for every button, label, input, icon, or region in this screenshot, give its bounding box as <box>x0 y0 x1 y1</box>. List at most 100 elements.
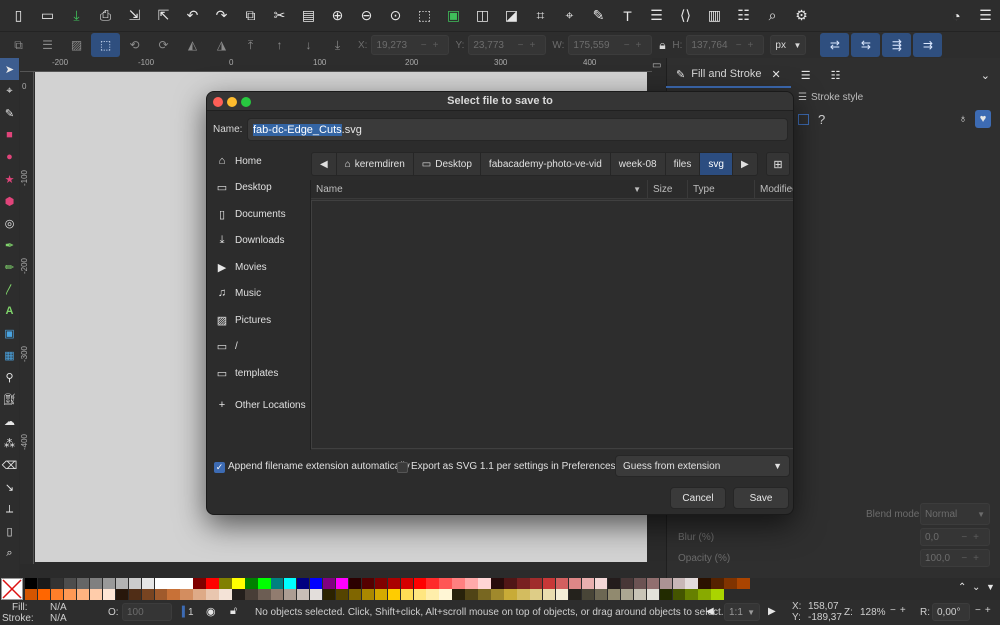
opacity-status-field[interactable]: 100 <box>122 603 172 621</box>
rotation-stepper[interactable]: −+ <box>975 605 995 616</box>
palette-swatch[interactable] <box>594 589 608 600</box>
palette-swatch[interactable] <box>452 578 465 589</box>
zoom-selection-icon[interactable]: ⊕ <box>323 2 352 30</box>
palette-swatch[interactable] <box>620 578 634 589</box>
cancel-button[interactable]: Cancel <box>670 487 726 509</box>
palette-swatch[interactable] <box>258 578 271 589</box>
place-root[interactable]: ▭ / <box>207 335 309 357</box>
spray-tool-icon[interactable]: ⁂ <box>0 432 19 454</box>
place-documents[interactable]: ▯ Documents <box>207 203 309 225</box>
no-paint-swatch[interactable] <box>1 578 23 600</box>
palette-swatch[interactable] <box>607 578 621 589</box>
palette-swatch[interactable] <box>37 589 51 600</box>
calligraphy-tool-icon[interactable]: 〳 <box>0 278 19 300</box>
h-field[interactable]: 137,764 −+ <box>686 35 765 55</box>
selector-tool-icon[interactable]: ➤ <box>0 58 19 80</box>
palette-swatch[interactable] <box>374 589 388 600</box>
palette-swatch[interactable] <box>543 589 556 600</box>
text-tool-icon[interactable]: A <box>0 300 19 322</box>
column-size[interactable]: Size <box>648 180 688 199</box>
place-downloads[interactable]: ⤓ Downloads <box>207 229 309 251</box>
chevron-down-icon[interactable]: ⌄ <box>981 69 990 82</box>
palette-swatch[interactable] <box>400 578 413 589</box>
palette-swatch[interactable] <box>698 578 711 589</box>
path-crumb[interactable]: files <box>664 152 701 176</box>
palette-swatch[interactable] <box>633 578 647 589</box>
palette-swatch[interactable] <box>620 589 634 600</box>
place-music[interactable]: ♫ Music <box>207 282 309 304</box>
raise-icon[interactable]: ↑ <box>265 33 294 57</box>
transform-icon[interactable]: ☷ <box>729 2 758 30</box>
path-forward-button[interactable]: ▶ <box>731 152 758 176</box>
palette-swatch[interactable] <box>504 578 517 589</box>
path-crumb[interactable]: week-08 <box>609 152 666 176</box>
column-name[interactable]: Name ▼ <box>311 180 648 199</box>
export-icon[interactable]: ⇱ <box>149 2 178 30</box>
palette-swatch[interactable] <box>659 589 672 600</box>
x-field[interactable]: 19,273 −+ <box>371 35 450 55</box>
fill-stroke-icon[interactable]: ✎ <box>584 2 613 30</box>
palette-swatch[interactable] <box>219 589 232 600</box>
zoom-fit-icon[interactable]: ⬚ <box>410 2 439 30</box>
open-icon[interactable]: ▭ <box>33 2 62 30</box>
page-next-icon[interactable]: ▶ <box>768 606 776 617</box>
palette-swatch[interactable] <box>348 589 362 600</box>
palette-swatch[interactable] <box>361 578 375 589</box>
palette-swatch[interactable] <box>517 589 530 600</box>
palette-swatch[interactable] <box>141 589 154 600</box>
filename-input[interactable]: fab-dc-Edge_Cuts .svg <box>247 118 788 141</box>
scale-stroke-icon[interactable]: ⇄ <box>820 33 850 57</box>
connector-tool-icon[interactable]: ↘ <box>0 476 19 498</box>
palette-swatch[interactable] <box>491 578 504 589</box>
palette-scroll-down-icon[interactable]: ⌄ <box>972 582 980 593</box>
palette-swatch[interactable] <box>672 578 685 589</box>
palette-swatch[interactable] <box>439 589 452 600</box>
palette-swatch[interactable] <box>154 589 167 600</box>
rotate-ccw-icon[interactable]: ⟲ <box>120 33 149 57</box>
palette-swatch[interactable] <box>374 578 388 589</box>
find-replace-icon[interactable]: ⌕ <box>758 2 787 30</box>
tweak-objects-icon[interactable]: ☁ <box>0 410 19 432</box>
mesh-tool-icon[interactable]: ▦ <box>0 344 19 366</box>
paint-bucket-icon[interactable]: ⛽︎ <box>0 388 19 410</box>
close-tab-icon[interactable]: ✕ <box>772 68 781 81</box>
paste-icon[interactable]: ▤ <box>294 2 323 30</box>
unlink-clone-icon[interactable]: ◪ <box>497 2 526 30</box>
pencil-tool-icon[interactable]: ✏ <box>0 256 19 278</box>
palette-swatch[interactable] <box>89 578 103 589</box>
visibility-icon[interactable]: ◉ <box>206 605 216 618</box>
palette-swatch[interactable] <box>180 589 193 600</box>
palette-swatch[interactable] <box>50 578 64 589</box>
move-patterns-icon[interactable]: ⇉ <box>913 33 943 57</box>
lower-bottom-icon[interactable]: ⤓ <box>323 33 352 57</box>
redo-icon[interactable]: ↷ <box>207 2 236 30</box>
new-document-icon[interactable]: ▯ <box>4 2 33 30</box>
palette-scroll-up-icon[interactable]: ⌃ <box>958 582 966 593</box>
zoom-stepper[interactable]: −+ <box>890 605 910 616</box>
align-icon[interactable]: ▥ <box>700 2 729 30</box>
palette-swatch[interactable] <box>193 589 206 600</box>
fill-rule-icon[interactable]: ♁ <box>956 112 970 126</box>
palette-swatch[interactable] <box>724 578 737 589</box>
box3d-tool-icon[interactable]: ⬢ <box>0 190 19 212</box>
palette-swatch[interactable] <box>309 578 323 589</box>
blend-mode-select[interactable]: Normal ▼ <box>920 503 990 525</box>
layer-lock-icon[interactable]: 🔓︎ <box>230 605 237 618</box>
palette-swatch[interactable] <box>711 578 724 589</box>
undo-icon[interactable]: ↶ <box>178 2 207 30</box>
palette-menu-icon[interactable]: ▼ <box>986 582 995 592</box>
palette-swatch[interactable] <box>309 589 323 600</box>
palette-swatch[interactable] <box>543 578 556 589</box>
place-desktop[interactable]: ▭ Desktop <box>207 176 309 198</box>
star-tool-icon[interactable]: ★ <box>0 168 19 190</box>
palette-swatch[interactable] <box>245 578 258 589</box>
palette-swatch[interactable] <box>115 589 129 600</box>
palette-swatch[interactable] <box>387 589 401 600</box>
palette-swatch[interactable] <box>271 578 284 589</box>
palette-swatch[interactable] <box>478 578 491 589</box>
palette-swatch[interactable] <box>232 578 245 589</box>
palette-swatch[interactable] <box>633 589 647 600</box>
palette-swatch[interactable] <box>711 589 724 600</box>
palette-swatch[interactable] <box>348 578 362 589</box>
palette-swatch[interactable] <box>491 589 504 600</box>
